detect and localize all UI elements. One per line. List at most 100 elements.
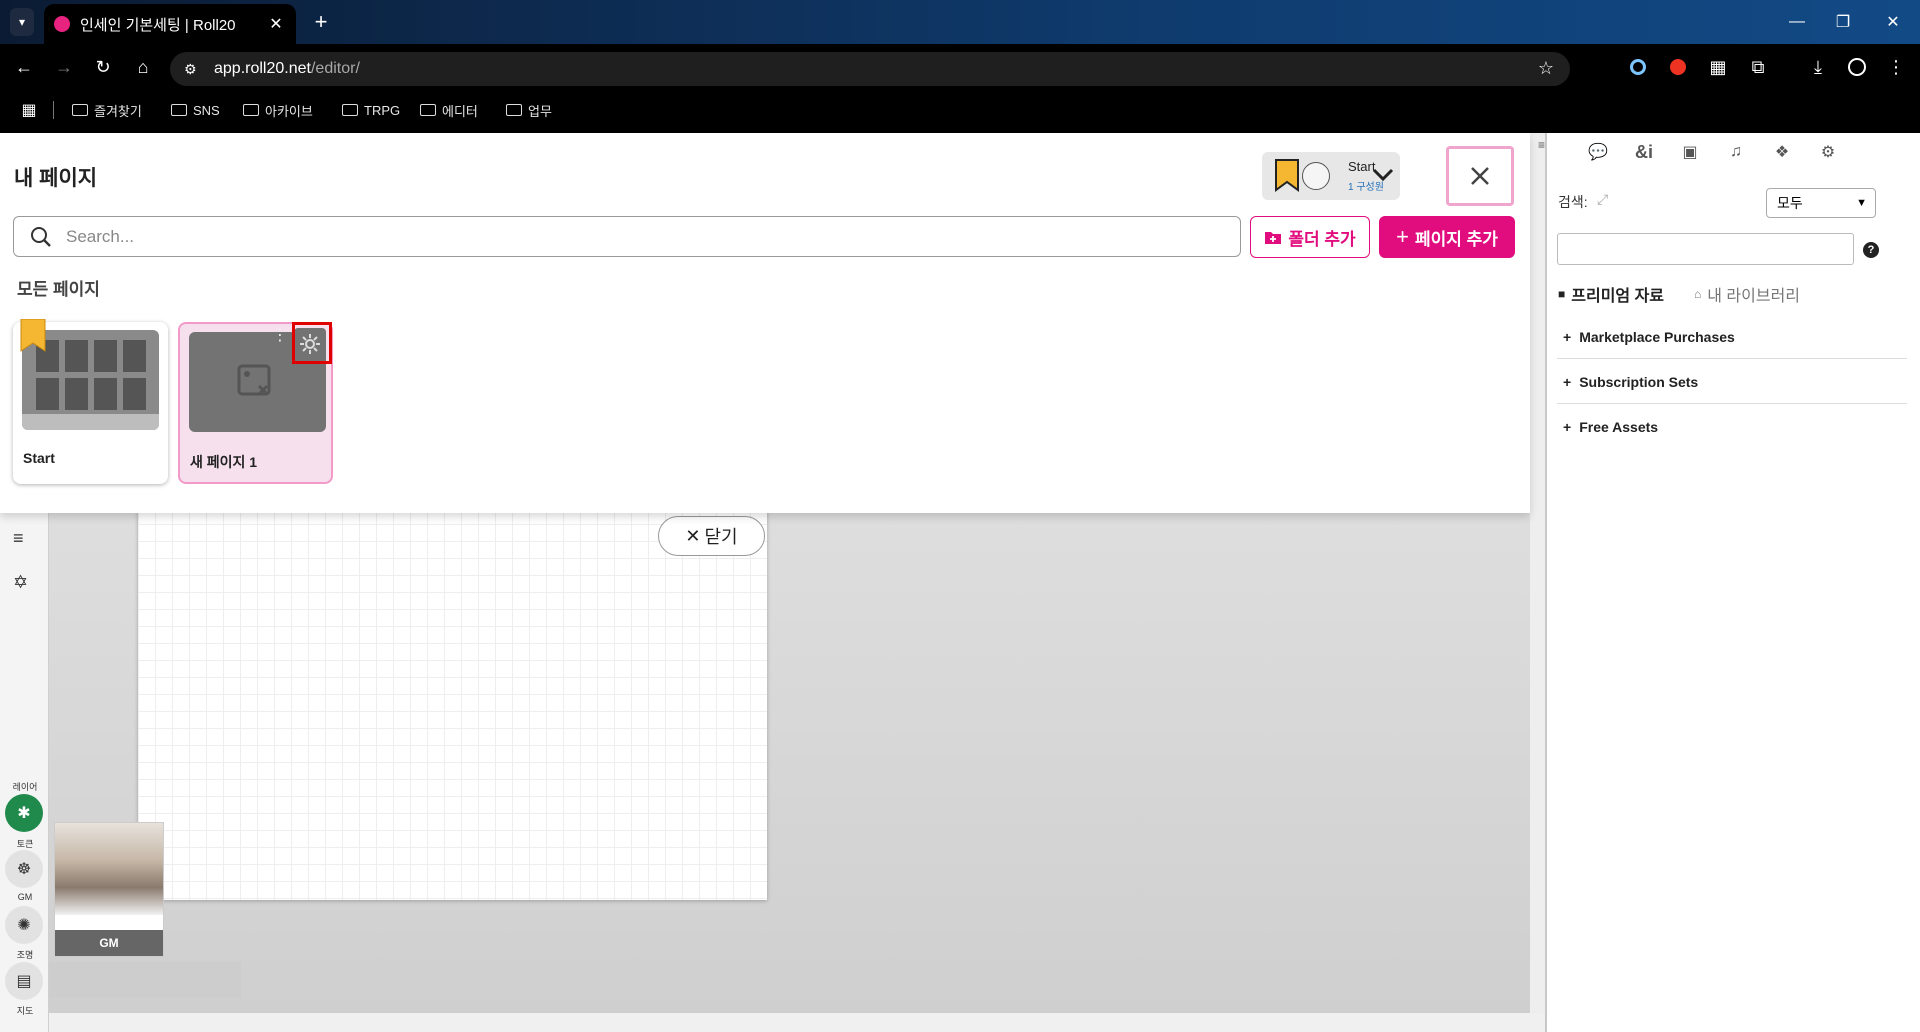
art-library-tab-icon[interactable]: &i [1630,138,1658,166]
close-icon [1471,167,1489,185]
chevron-down-icon: ▾ [18,15,26,29]
folder-icon [420,104,436,116]
right-sidebar [1545,133,1920,1032]
library-icon: ⌂ [1694,287,1702,301]
filter-select[interactable]: 모두 ▼ [1766,188,1876,218]
tab-close-icon[interactable]: ✕ [266,14,286,34]
home-icon[interactable]: ⌂ [132,56,154,78]
token-layer-icon[interactable]: ✱ [5,794,43,832]
window-close-button[interactable]: ✕ [1866,0,1920,44]
folder-icon [171,104,187,116]
bookmark-folder-3[interactable]: TRPG [342,100,400,120]
url-path: /editor/ [310,60,360,77]
bookmark-folder-5[interactable]: 업무 [506,100,552,120]
gm-layer-icon[interactable]: ☸ [5,850,43,888]
add-page-button[interactable]: + 페이지 추가 [1379,216,1515,258]
bookmark-icon [1275,159,1299,192]
browser-menu-icon[interactable]: ⋮ [1885,56,1907,78]
plus-icon: + [1396,224,1409,249]
chevron-down-icon [1372,168,1394,182]
forward-icon[interactable]: → [53,56,75,78]
chat-tab-icon[interactable]: 💬 [1584,138,1612,166]
tab-my-library[interactable]: ⌂ 내 라이브러리 [1694,282,1800,306]
back-icon[interactable]: ← [13,56,35,78]
settings-tab-icon[interactable]: ⚙ [1814,138,1842,166]
add-folder-button[interactable]: 폴더 추가 [1250,216,1370,258]
browser-tab-active[interactable]: 인세인 기본세팅 | Roll20 ✕ [44,4,296,44]
page-search-input[interactable] [66,226,1166,247]
download-icon[interactable]: ⤓ [1807,56,1829,78]
no-map-icon [237,364,271,396]
folder-icon [72,104,88,116]
page-manager-title: 내 페이지 [14,167,98,190]
extension-table-icon[interactable]: ▦ [1707,56,1729,78]
bookmark-icon[interactable] [20,319,46,353]
restore-button[interactable]: ❐ [1816,0,1870,44]
all-pages-heading: 모든 페이지 [17,280,100,299]
site-settings-icon[interactable]: ⚙ [184,61,197,78]
plus-icon: + [1563,373,1572,390]
section-free-assets[interactable]: + Free Assets [1557,405,1907,449]
thumbnail-footer [22,414,159,430]
reload-icon[interactable]: ↻ [92,56,114,78]
url-field[interactable]: ⚙ app.roll20.net/editor/ ☆ [170,52,1570,86]
bookmark-star-icon[interactable]: ☆ [1538,58,1554,79]
page-card-name: Start [23,450,55,466]
page-card-start[interactable]: Start [13,319,168,484]
section-subscription-sets[interactable]: + Subscription Sets [1557,360,1907,404]
horizontal-scrollbar[interactable] [49,1013,1545,1032]
new-tab-button[interactable]: + [308,10,334,36]
bookmark-folder-1[interactable]: SNS [171,100,220,120]
layer-label-gm: GM [17,892,33,902]
player-bar [49,962,241,998]
compendium-tab-icon[interactable]: ❖ [1768,138,1796,166]
lighting-layer-icon[interactable]: ✺ [5,906,43,944]
folder-icon [243,104,259,116]
chevron-down-icon: ▼ [1856,197,1867,209]
bookmark-folder-0[interactable]: 즐겨찾기 [72,100,142,120]
folder-add-icon [1265,232,1282,244]
layer-label-token: 토큰 [16,839,34,849]
text-tool-icon[interactable]: ≡ [13,528,24,549]
layer-label-map: 지도 [16,1006,34,1016]
bookmark-folder-4[interactable]: 에디터 [420,100,478,120]
profile-avatar-icon[interactable] [1846,56,1868,78]
thumbnail-grid [36,340,146,410]
dice-tool-icon[interactable]: ✡ [13,572,28,593]
folder-icon [342,104,358,116]
highlight-box [292,322,332,364]
canvas-close-button[interactable]: ✕ 닫기 [658,516,765,556]
extensions-puzzle-icon[interactable]: ⧉ [1747,56,1769,78]
url-host: app.roll20.net [214,60,311,77]
help-icon[interactable]: ? [1863,242,1879,258]
plus-icon: + [1563,419,1572,435]
layer-heading: 레이어 [12,782,38,792]
bag-icon: ■ [1558,287,1566,301]
folder-icon [506,104,522,116]
search-label: 검색: [1558,194,1588,210]
plus-icon: + [1563,328,1572,345]
jukebox-tab-icon[interactable]: ♫ [1722,138,1750,166]
art-search-input[interactable] [1557,233,1854,265]
section-marketplace-purchases[interactable]: + Marketplace Purchases [1557,315,1907,359]
journal-tab-icon[interactable]: ▣ [1676,138,1704,166]
sidebar-resize-handle-icon[interactable]: ≡ [1538,138,1545,152]
page-options-kebab-icon[interactable]: ⋮ [272,328,288,344]
apps-grid-icon[interactable]: ▦ [18,99,40,121]
player-avatar-card[interactable]: GM [54,822,164,957]
page-search-field[interactable] [13,216,1241,257]
extension-red-icon[interactable] [1667,56,1689,78]
bookmark-folder-2[interactable]: 아카이브 [243,100,313,120]
extension-color-icon[interactable] [1627,56,1649,78]
page-manager-close-button[interactable] [1446,146,1514,206]
search-icon [31,226,51,247]
roll20-favicon-icon [54,16,70,32]
player-name-label: GM [55,930,163,956]
vertical-scrollbar[interactable] [1530,133,1545,1013]
current-page-selector[interactable]: Start 1 구성원 [1262,152,1400,200]
tab-search-button[interactable]: ▾ [10,8,34,36]
tab-premium-assets[interactable]: ■ 프리미엄 자료 [1558,282,1664,306]
page-card-name: 새 페이지 1 [190,454,258,470]
expand-icon[interactable]: ⤢ [1597,191,1608,208]
map-layer-icon[interactable]: ▤ [5,962,43,1000]
